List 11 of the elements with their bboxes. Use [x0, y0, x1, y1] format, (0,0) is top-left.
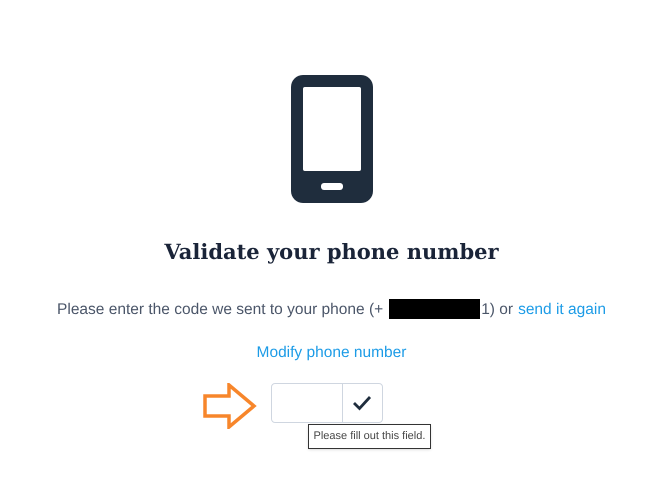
instruction-text: 1) or — [481, 300, 514, 320]
submit-button[interactable] — [342, 383, 382, 423]
smartphone-icon — [290, 75, 372, 203]
checkmark-icon — [352, 395, 372, 411]
send-again-link[interactable]: send it again — [518, 298, 606, 321]
code-field[interactable] — [270, 383, 342, 423]
instruction-text: Please enter the code we sent to your phone (+ — [57, 300, 384, 320]
modify-phone-link[interactable]: Modify phone number — [256, 340, 406, 364]
page-title: Validate your phone number — [164, 238, 499, 266]
arrow-icon — [202, 383, 256, 429]
validation-tooltip: Please fill out this field. — [308, 424, 432, 448]
